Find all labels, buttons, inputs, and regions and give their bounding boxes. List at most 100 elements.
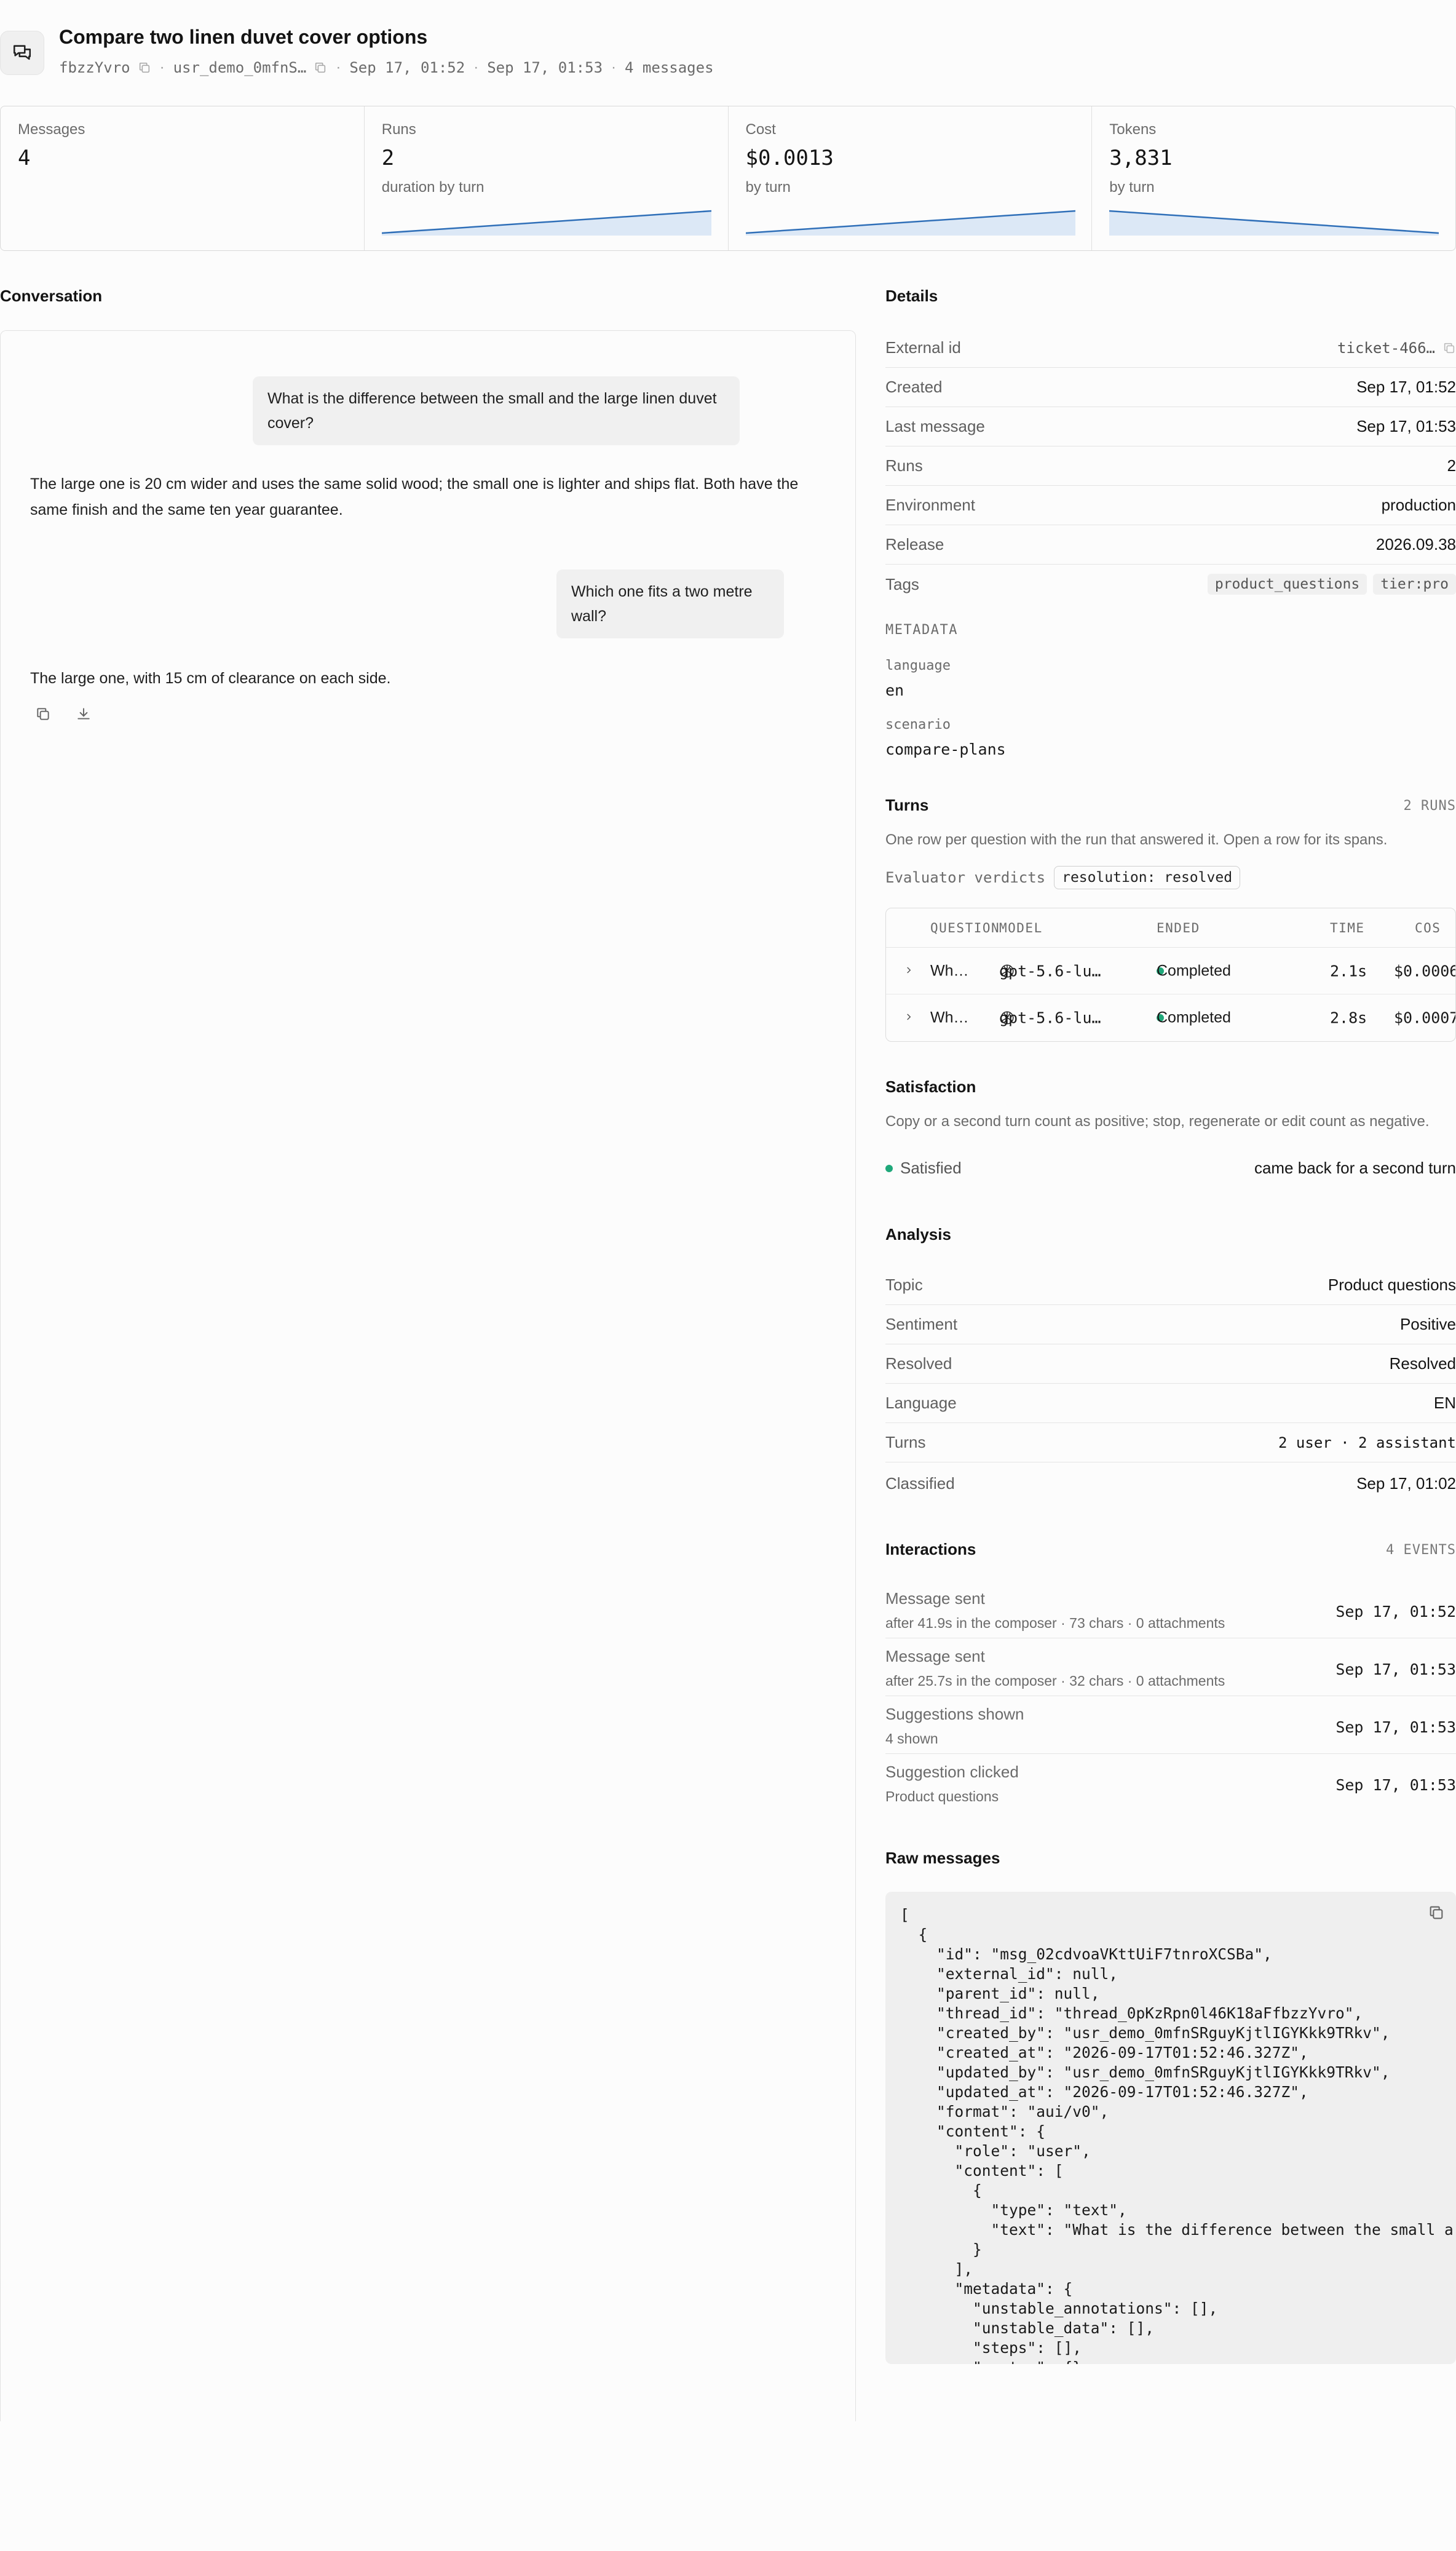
detail-value: Sep 17, 01:53 [1356,417,1456,435]
raw-messages-block[interactable]: [ { "id": "msg_02cdvoaVKttUiF7tnroXCSBa"… [885,1892,1456,2364]
stat-label: Tokens [1109,121,1157,138]
thread-header: Compare two linen duvet cover options fb… [0,23,1456,85]
created-time: Sep 17, 01:52 [349,59,465,76]
chat-bubbles-icon [0,31,44,75]
stat-value: $0.0013 [745,146,834,170]
column-header: ENDED [1157,920,1200,935]
interaction-title: Message sent [885,1647,985,1665]
detail-row-last-message: Last message Sep 17, 01:53 [885,407,1456,446]
copy-icon[interactable] [138,61,151,74]
turn-status: Completed [1157,962,1231,979]
detail-row-tags: Tags product_questions tier:pro [885,565,1456,604]
detail-value: production [1381,496,1456,514]
analysis-key: Sentiment [885,1315,958,1333]
stat-value: 3,831 [1109,146,1173,170]
analysis-key: Topic [885,1276,923,1294]
user-message: Which one fits a two metre wall? [556,569,784,638]
assistant-message: The large one, with 15 cm of clearance o… [30,670,391,687]
detail-row-environment: Environment production [885,486,1456,525]
analysis-row-turns: Turns 2 user · 2 assistant [885,1423,1456,1462]
detail-key: Created [885,378,943,396]
copy-icon[interactable] [314,61,327,74]
interaction-time: Sep 17, 01:53 [1335,1776,1456,1794]
turn-question: Wh… [930,1009,969,1026]
sparkline [1109,210,1439,236]
interaction-row: Message sent after 41.9s in the composer… [885,1581,1456,1638]
stat-sub: by turn [745,179,791,196]
detail-key: External id [885,338,961,357]
interaction-time: Sep 17, 01:52 [1335,1603,1456,1621]
copy-icon[interactable] [1442,341,1456,355]
copy-icon[interactable] [1428,1904,1445,1924]
column-header: COS [1415,920,1441,935]
tag[interactable]: tier:pro [1373,574,1456,595]
stats-bar: Messages 4 Runs 2 duration by turn Cost … [0,106,1456,251]
metadata-value: compare-plans [885,740,1006,758]
details-heading: Details [885,287,938,305]
table-row[interactable]: Wh… gpt-5.6-lu… Completed 2.8s $0.0007 [886,994,1456,1041]
copy-icon[interactable] [35,706,51,725]
table-header: QUESTION MODEL ENDED TIME COS [886,908,1455,948]
analysis-value: Product questions [1327,1276,1456,1294]
turn-cost: $0.0007 [1394,1009,1456,1027]
chevron-right-icon[interactable] [903,962,914,980]
stat-tokens: Tokens 3,831 by turn [1092,106,1455,250]
analysis-key: Classified [885,1474,955,1493]
message-actions [35,706,92,725]
analysis-row-classified: Classified Sep 17, 01:02 [885,1464,1456,1503]
detail-key: Tags [885,574,919,593]
chevron-right-icon[interactable] [903,1009,914,1027]
assistant-message: The large one is 20 cm wider and uses th… [30,475,799,518]
sparkline [745,210,1075,236]
interaction-title: Message sent [885,1589,985,1608]
detail-value: Sep 17, 01:52 [1356,378,1456,396]
stat-value: 4 [18,146,31,170]
detail-key: Release [885,535,944,553]
thread-id: fbzzYvro [59,59,130,76]
analysis-key: Language [885,1394,957,1412]
stat-label: Runs [381,121,416,138]
analysis-value: EN [1433,1394,1456,1412]
analysis-row-language: Language EN [885,1384,1456,1423]
turn-time: 2.1s [1330,962,1367,980]
metadata-heading: METADATA [885,622,958,638]
verdict-badge: resolution: resolved [1054,866,1241,889]
detail-value: ticket-466… [1337,339,1435,357]
runs-count: 2 RUNS [1403,798,1456,814]
stat-value: 2 [381,146,395,170]
stat-cost: Cost $0.0013 by turn [729,106,1093,250]
detail-key: Runs [885,456,923,475]
analysis-key: Turns [885,1433,926,1451]
conversation-heading: Conversation [0,287,103,305]
interaction-time: Sep 17, 01:53 [1335,1718,1456,1736]
interaction-detail: after 25.7s in the composer · 32 chars ·… [885,1673,1225,1689]
analysis-row-sentiment: Sentiment Positive [885,1305,1456,1344]
stat-messages: Messages 4 [1,106,365,250]
satisfaction-description: Copy or a second turn count as positive;… [885,1113,1430,1130]
turns-table: QUESTION MODEL ENDED TIME COS Wh… gpt-5.… [885,908,1456,1042]
download-icon[interactable] [76,706,92,725]
interaction-title: Suggestions shown [885,1705,1024,1723]
interaction-row: Message sent after 25.7s in the composer… [885,1638,1456,1696]
user-message: What is the difference between the small… [253,376,740,445]
raw-json: [ { "id": "msg_02cdvoaVKttUiF7tnroXCSBa"… [900,1906,1454,2364]
stat-label: Cost [745,121,776,138]
thread-meta: fbzzYvro · usr_demo_0mfnS… · Sep 17, 01:… [59,59,714,76]
table-row[interactable]: Wh… gpt-5.6-lu… Completed 2.1s $0.0006 [886,948,1456,994]
analysis-value: 2 user · 2 assistant [1278,1434,1456,1451]
tag[interactable]: product_questions [1207,574,1367,595]
analysis-heading: Analysis [885,1225,951,1244]
turn-cost: $0.0006 [1394,962,1456,980]
metadata-key: language [885,658,951,673]
detail-row-created: Created Sep 17, 01:52 [885,368,1456,407]
interaction-detail: Product questions [885,1788,999,1804]
column-header: MODEL [999,920,1043,935]
turn-model: gpt-5.6-lu… [999,962,1101,980]
turn-model: gpt-5.6-lu… [999,1009,1101,1027]
events-count: 4 EVENTS [1386,1542,1456,1558]
metadata-key: scenario [885,717,951,732]
interaction-row: Suggestion clicked Product questions Sep… [885,1754,1456,1812]
interactions-heading: Interactions [885,1540,976,1558]
interaction-detail: after 41.9s in the composer · 73 chars ·… [885,1615,1225,1631]
analysis-row-resolved: Resolved Resolved [885,1344,1456,1384]
